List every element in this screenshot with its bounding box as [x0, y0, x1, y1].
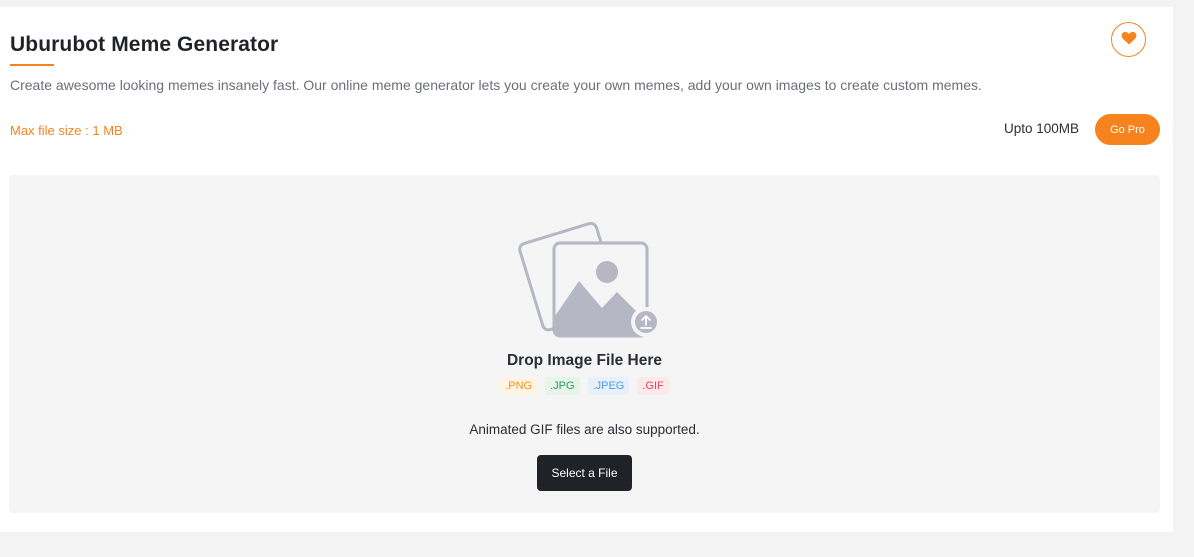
gif-support-note: Animated GIF files are also supported.: [469, 422, 700, 437]
upto-size-text: Upto 100MB: [1004, 121, 1080, 136]
favorite-button[interactable]: [1111, 22, 1146, 57]
format-badge-gif: .GIF: [637, 377, 669, 395]
heart-icon: [1121, 31, 1137, 48]
format-badge-jpeg: .JPEG: [587, 377, 630, 395]
format-badges: .PNG .JPG .JPEG .GIF: [9, 377, 1160, 395]
format-badge-jpg: .JPG: [545, 377, 580, 395]
page-description: Create awesome looking memes insanely fa…: [10, 77, 982, 93]
meme-generator-card: Uburubot Meme Generator Create awesome l…: [0, 7, 1173, 532]
go-pro-button[interactable]: Go Pro: [1095, 114, 1160, 145]
max-file-size-text: Max file size : 1 MB: [10, 123, 123, 138]
drop-title: Drop Image File Here: [506, 352, 663, 369]
file-dropzone[interactable]: Drop Image File Here .PNG .JPG .JPEG .GI…: [9, 175, 1160, 513]
image-upload-icon: [517, 208, 667, 343]
page-title: Uburubot Meme Generator: [10, 33, 279, 56]
format-badge-png: .PNG: [500, 377, 538, 395]
title-underline: [10, 64, 54, 66]
select-file-button[interactable]: Select a File: [537, 455, 632, 491]
